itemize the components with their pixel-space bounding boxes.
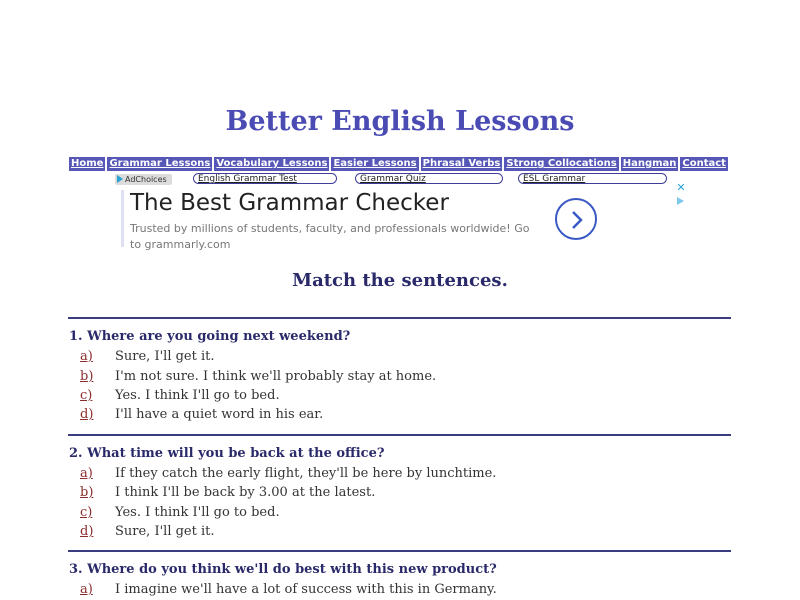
answer-text: Yes. I think I'll go to bed. [115, 505, 280, 520]
answer-link[interactable]: d) [80, 524, 93, 539]
divider [68, 550, 731, 552]
main-nav: Home Grammar Lessons Vocabulary Lessons … [69, 157, 731, 171]
nav-phrasal-verbs[interactable]: Phrasal Verbs [420, 157, 503, 171]
answer-link[interactable]: b) [80, 369, 93, 384]
divider [68, 317, 731, 319]
answer-link[interactable]: a) [80, 582, 93, 597]
answer-text: I imagine we'll have a lot of success wi… [115, 582, 497, 597]
nav-easier-lessons[interactable]: Easier Lessons [331, 157, 419, 171]
nav-home[interactable]: Home [69, 157, 106, 171]
answer-link[interactable]: d) [80, 407, 93, 422]
question-2: 2. What time will you be back at the off… [69, 446, 385, 461]
adchoices-icon [117, 175, 123, 183]
answer-text: I'll have a quiet word in his ear. [115, 407, 324, 422]
ad-body-text: Trusted by millions of students, faculty… [130, 222, 530, 251]
site-title: Better English Lessons [225, 106, 575, 137]
close-icon[interactable]: ✕ [675, 182, 687, 194]
nav-vocabulary-lessons[interactable]: Vocabulary Lessons [214, 157, 330, 171]
question-3: 3. Where do you think we'll do best with… [69, 562, 497, 577]
nav-contact[interactable]: Contact [680, 157, 728, 171]
answer-link[interactable]: a) [80, 349, 93, 364]
ad-link-grammar-quiz[interactable]: Grammar Quiz [355, 173, 503, 184]
chevron-right-icon[interactable] [555, 198, 597, 240]
answer-link[interactable]: c) [80, 505, 92, 520]
nav-hangman[interactable]: Hangman [620, 157, 679, 171]
ad-info-icon[interactable] [677, 197, 684, 205]
answer-text: Yes. I think I'll go to bed. [115, 388, 280, 403]
answer-text: Sure, I'll get it. [115, 524, 215, 539]
answer-text: I'm not sure. I think we'll probably sta… [115, 369, 437, 384]
ad-headline[interactable]: The Best Grammar Checker [130, 190, 449, 216]
answer-link[interactable]: c) [80, 388, 92, 403]
answer-text: If they catch the early flight, they'll … [115, 466, 497, 481]
nav-grammar-lessons[interactable]: Grammar Lessons [107, 157, 213, 171]
ad-links-row: AdChoices [115, 173, 172, 185]
answer-text: Sure, I'll get it. [115, 349, 215, 364]
adchoices-badge[interactable]: AdChoices [115, 173, 172, 185]
page-heading: Match the sentences. [292, 270, 508, 291]
ad-accent-bar [121, 190, 124, 247]
question-1: 1. Where are you going next weekend? [69, 329, 351, 344]
adchoices-label: AdChoices [125, 174, 167, 184]
answer-link[interactable]: b) [80, 485, 93, 500]
ad-link-english-grammar-test[interactable]: English Grammar Test [193, 173, 337, 184]
nav-strong-collocations[interactable]: Strong Collocations [504, 157, 619, 171]
ad-link-esl-grammar[interactable]: ESL Grammar [518, 173, 667, 184]
ad-banner[interactable]: The Best Grammar Checker Trusted by mill… [115, 182, 686, 254]
answer-link[interactable]: a) [80, 466, 93, 481]
divider [68, 434, 731, 436]
answer-text: I think I'll be back by 3.00 at the late… [115, 485, 376, 500]
